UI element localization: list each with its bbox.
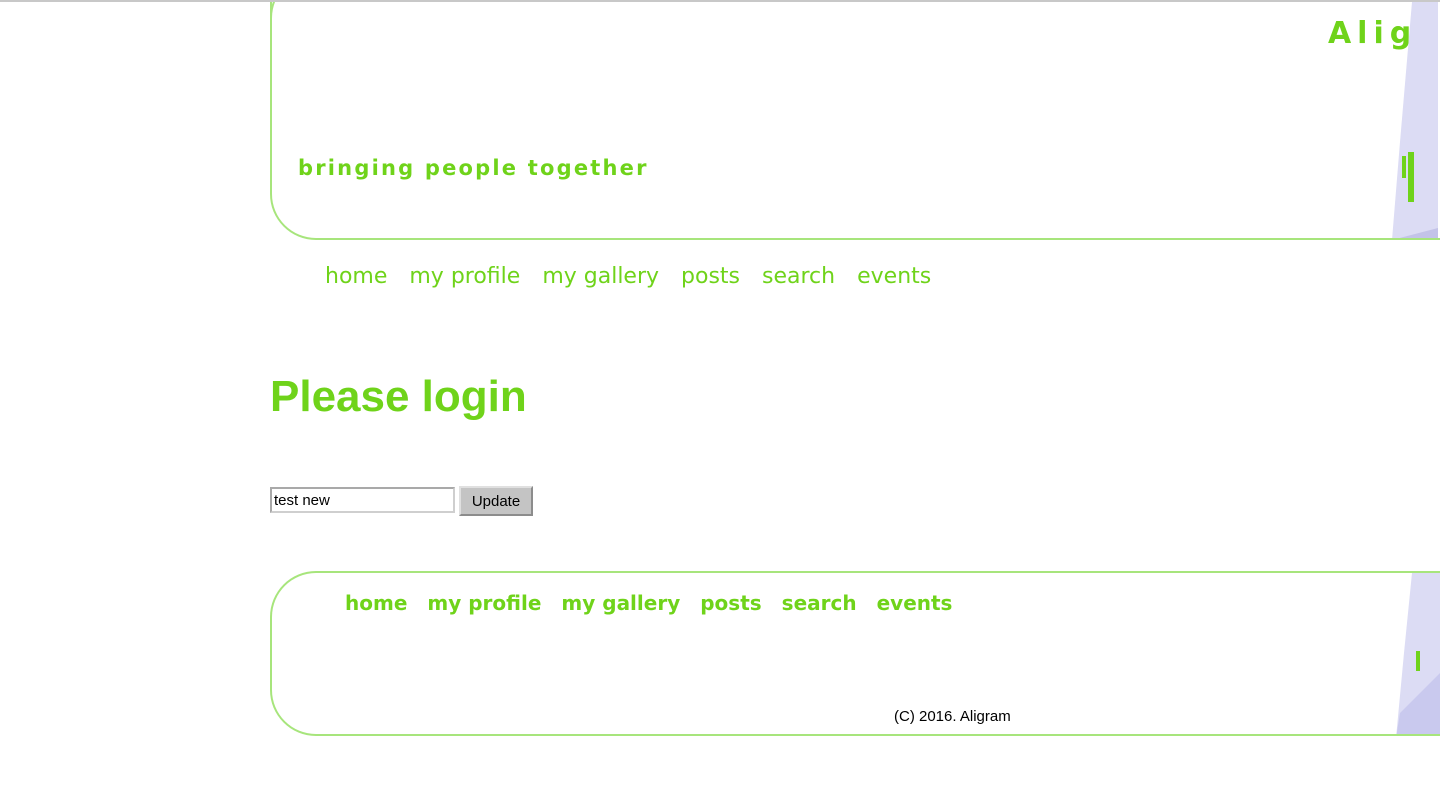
nav-link-my-gallery[interactable]: my gallery [542, 264, 659, 289]
site-tagline: bringing people together [298, 156, 649, 180]
login-form: Update [270, 486, 533, 516]
footer-link-my-gallery[interactable]: my gallery [561, 591, 680, 615]
site-header: Aligr bringing people together [270, 2, 1440, 240]
page-title: Please login [270, 372, 527, 421]
login-input[interactable] [270, 487, 455, 513]
footer-link-events[interactable]: events [877, 591, 953, 615]
header-decoration-graphic [1392, 2, 1438, 238]
nav-link-posts[interactable]: posts [681, 264, 740, 289]
footer-link-search[interactable]: search [782, 591, 857, 615]
main-nav: home my profile my gallery posts search … [325, 264, 931, 289]
update-button[interactable]: Update [459, 486, 533, 516]
footer-decoration-graphic [1396, 573, 1440, 734]
footer-link-home[interactable]: home [345, 591, 407, 615]
footer-link-posts[interactable]: posts [700, 591, 761, 615]
nav-link-search[interactable]: search [762, 264, 835, 289]
nav-link-events[interactable]: events [857, 264, 931, 289]
footer-nav: home my profile my gallery posts search … [345, 591, 952, 615]
nav-link-my-profile[interactable]: my profile [409, 264, 520, 289]
nav-link-home[interactable]: home [325, 264, 387, 289]
footer-link-my-profile[interactable]: my profile [427, 591, 541, 615]
site-footer: home my profile my gallery posts search … [270, 571, 1440, 736]
copyright-text: (C) 2016. Aligram [894, 708, 1011, 725]
